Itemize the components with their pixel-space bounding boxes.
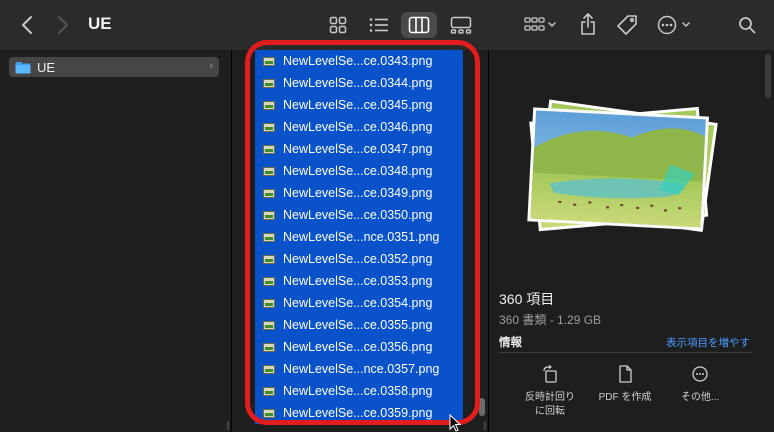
document-icon bbox=[619, 365, 632, 383]
chevron-right-icon bbox=[58, 16, 68, 34]
search-button[interactable] bbox=[734, 12, 760, 38]
gallery-view-button[interactable] bbox=[443, 12, 479, 38]
image-stack-preview bbox=[527, 99, 718, 233]
share-icon bbox=[581, 13, 595, 35]
selection-count: 360 項目 bbox=[499, 291, 555, 307]
create-pdf-label: PDF を作成 bbox=[598, 392, 652, 403]
folder-item-ue[interactable]: UE › bbox=[9, 57, 219, 77]
column-view-button[interactable] bbox=[401, 12, 437, 38]
tag-button[interactable] bbox=[614, 12, 640, 38]
column-resize-handle[interactable]: || bbox=[226, 420, 230, 430]
more-action[interactable]: その他... bbox=[660, 365, 740, 405]
group-button[interactable] bbox=[520, 12, 560, 38]
icon-view-button[interactable] bbox=[320, 12, 356, 38]
selection-highlight-annotation bbox=[245, 40, 480, 425]
group-grid-icon bbox=[524, 17, 556, 31]
more-action-label: その他... bbox=[680, 392, 720, 403]
forward-button[interactable] bbox=[52, 12, 74, 38]
list-view-button[interactable] bbox=[361, 12, 397, 38]
list-view-icon bbox=[369, 18, 388, 32]
rotate-left-icon bbox=[543, 365, 557, 383]
preview-pane: 360 項目 360 書類 - 1.29 GB 情報 表示項目を増やす 反時計回… bbox=[490, 50, 774, 432]
back-button[interactable] bbox=[16, 12, 38, 38]
more-actions-button[interactable] bbox=[655, 12, 695, 38]
column-resize-handle[interactable]: || bbox=[483, 420, 487, 430]
preview-scrollbar[interactable] bbox=[765, 54, 771, 98]
search-icon bbox=[739, 17, 756, 34]
folder-icon bbox=[15, 61, 31, 73]
rotate-left-label: 反時計回り に回転 bbox=[525, 392, 575, 417]
create-pdf-action[interactable]: PDF を作成 bbox=[585, 365, 665, 405]
icon-view-icon bbox=[329, 16, 347, 34]
tag-icon bbox=[617, 15, 637, 35]
ellipsis-circle-icon bbox=[692, 366, 708, 382]
selection-size: 360 書類 - 1.29 GB bbox=[499, 313, 602, 327]
ellipsis-circle-icon bbox=[657, 15, 690, 35]
gallery-view-icon bbox=[450, 16, 472, 34]
show-more-link[interactable]: 表示項目を増やす bbox=[666, 335, 750, 350]
info-heading: 情報 bbox=[499, 337, 522, 349]
folder-item-label: UE bbox=[37, 59, 56, 75]
rotate-left-action[interactable]: 反時計回り に回転 bbox=[510, 365, 590, 419]
share-button[interactable] bbox=[576, 10, 600, 38]
column-view-icon bbox=[408, 16, 430, 34]
chevron-left-icon bbox=[22, 16, 32, 34]
folder-column: UE › || bbox=[0, 50, 232, 432]
window-title: UE bbox=[88, 14, 112, 33]
chevron-right-icon: › bbox=[209, 60, 213, 72]
divider bbox=[499, 352, 752, 353]
mouse-cursor-icon bbox=[449, 414, 461, 432]
